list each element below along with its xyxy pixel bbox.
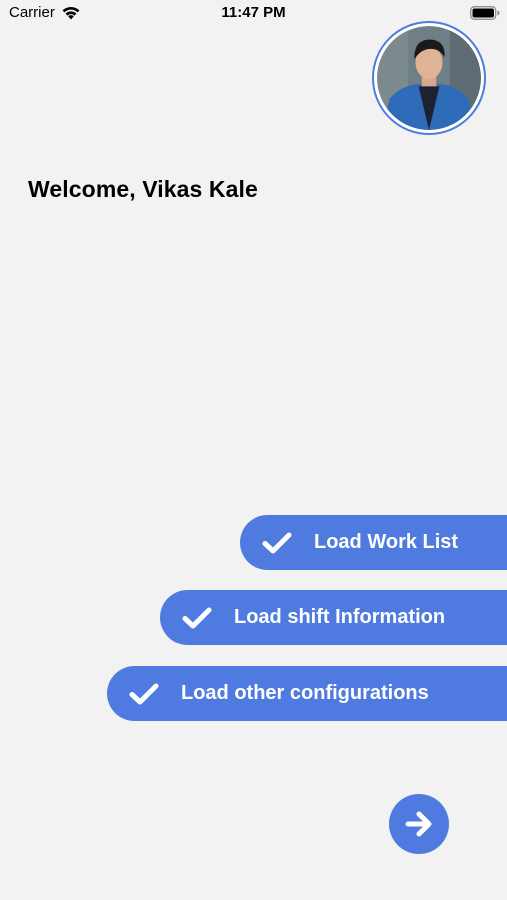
status-time: 11:47 PM — [221, 4, 286, 21]
check-icon — [262, 532, 292, 553]
task-label: Load shift Information — [234, 606, 446, 628]
check-icon — [182, 607, 212, 628]
arrow-right-icon — [405, 811, 432, 837]
next-button[interactable] — [389, 794, 449, 854]
task-load-other-configurations[interactable]: Load other configurations — [107, 666, 507, 721]
user-avatar[interactable] — [372, 21, 486, 135]
task-label: Load other configurations — [181, 682, 429, 704]
task-load-shift-information[interactable]: Load shift Information — [160, 590, 507, 645]
welcome-title: Welcome, Vikas Kale — [28, 176, 258, 202]
check-icon — [129, 683, 159, 704]
task-load-work-list[interactable]: Load Work List — [240, 515, 507, 570]
user-avatar-icon — [377, 26, 481, 130]
battery-icon — [470, 6, 500, 20]
task-label: Load Work List — [314, 531, 459, 553]
